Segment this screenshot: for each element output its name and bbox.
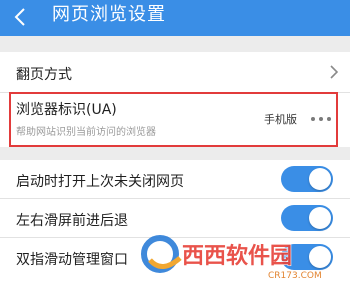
restore-tabs-label: 启动时打开上次未关闭网页 xyxy=(16,174,184,190)
toggle-knob xyxy=(309,207,331,229)
title-bar: 网页浏览设置 xyxy=(0,0,350,36)
back-arrow-icon xyxy=(14,8,25,26)
svg-text:西西软件园: 西西软件园 xyxy=(182,243,292,269)
page-turn-label: 翻页方式 xyxy=(16,67,72,83)
svg-text:CR173.COM: CR173.COM xyxy=(268,271,322,281)
back-button[interactable] xyxy=(8,0,34,34)
chevron-right-icon xyxy=(330,65,338,79)
page-title: 网页浏览设置 xyxy=(52,4,166,25)
swipe-navigation-label: 左右滑屏前进后退 xyxy=(16,213,128,229)
toggle-knob xyxy=(309,168,331,190)
watermark-logo: 西西软件园 CR173.COM xyxy=(141,235,322,281)
restore-tabs-toggle[interactable] xyxy=(281,166,333,192)
highlight-box xyxy=(9,92,338,147)
page-turn-row[interactable]: 翻页方式 xyxy=(0,52,350,92)
swipe-navigation-toggle[interactable] xyxy=(281,205,333,231)
two-finger-label: 双指滑动管理窗口 xyxy=(16,252,128,268)
